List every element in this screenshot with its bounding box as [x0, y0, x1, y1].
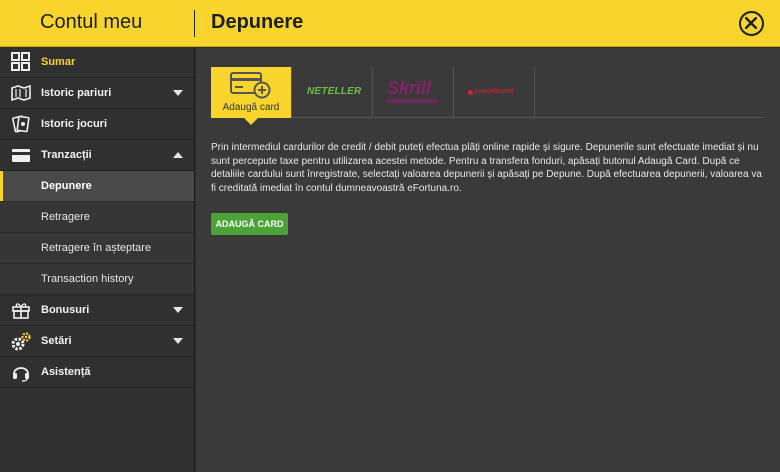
skrill-logo: Skrill	[387, 78, 432, 98]
tab-neteller[interactable]: NETELLER	[292, 67, 372, 118]
sidebar-item-sumar[interactable]: Sumar	[0, 47, 194, 78]
sidebar-item-label: Bonusuri	[41, 304, 90, 316]
sidebar-subitem-transaction-history[interactable]: Transaction history	[0, 264, 194, 295]
page-title: Depunere	[211, 11, 304, 33]
sidebar-item-istoric-pariuri[interactable]: Istoric pariuri	[0, 78, 194, 109]
tab-paysafecard[interactable]: paysafecard	[454, 67, 534, 118]
tab-divider	[534, 67, 535, 118]
close-icon	[745, 17, 757, 29]
sidebar-item-setari[interactable]: Setări	[0, 326, 194, 357]
header-divider	[194, 10, 195, 37]
sidebar-item-label: Sumar	[41, 56, 76, 68]
account-title: Contul meu	[40, 11, 143, 33]
subitem-label: Retragere	[41, 211, 90, 223]
sidebar-subitem-retragere-asteptare[interactable]: Retragere în așteptare	[0, 233, 194, 264]
add-card-button[interactable]: ADAUGĂ CARD	[211, 213, 288, 235]
sidebar-item-label: Istoric pariuri	[41, 87, 112, 99]
main-content: Adaugă card NETELLER Skrill paysafecard …	[196, 48, 780, 472]
paysafecard-dot-icon	[468, 90, 473, 95]
tab-skrill[interactable]: Skrill	[373, 67, 453, 118]
gift-icon	[12, 303, 30, 319]
header-bar: Contul meu Depunere	[0, 0, 780, 47]
sidebar-item-label: Setări	[41, 335, 72, 347]
cards-icon	[12, 115, 30, 133]
sidebar-item-bonusuri[interactable]: Bonusuri	[0, 295, 194, 326]
sidebar-item-asistenta[interactable]: Asistență	[0, 357, 194, 388]
ticket-icon	[11, 84, 31, 102]
skrill-tagline-bar	[387, 99, 437, 103]
sidebar-subitem-depunere[interactable]: Depunere	[0, 171, 194, 202]
subitem-label: Transaction history	[41, 273, 134, 285]
gears-icon	[11, 332, 31, 351]
wallet-icon	[12, 149, 30, 162]
grid-icon	[11, 52, 30, 71]
tab-add-card-label: Adaugă card	[222, 102, 280, 113]
sidebar: Sumar Istoric pariuri Istoric jocuri Tra…	[0, 47, 195, 472]
neteller-logo: NETELLER	[307, 86, 362, 97]
chevron-up-icon	[173, 152, 183, 158]
chevron-down-icon	[173, 338, 183, 344]
sidebar-item-label: Istoric jocuri	[41, 118, 108, 130]
chevron-down-icon	[173, 90, 183, 96]
sidebar-subitem-retragere[interactable]: Retragere	[0, 202, 194, 233]
headset-icon	[13, 367, 29, 382]
close-button[interactable]	[739, 11, 764, 36]
subitem-label: Retragere în așteptare	[41, 242, 152, 254]
subitem-label: Depunere	[41, 180, 92, 192]
sidebar-item-label: Tranzacții	[41, 149, 92, 161]
add-card-icon	[230, 72, 271, 99]
chevron-down-icon	[173, 307, 183, 313]
paysafecard-logo: paysafecard	[475, 88, 514, 95]
sidebar-item-label: Asistență	[41, 366, 91, 378]
tab-add-card[interactable]: Adaugă card	[211, 67, 291, 125]
sidebar-item-istoric-jocuri[interactable]: Istoric jocuri	[0, 109, 194, 140]
sidebar-item-tranzactii[interactable]: Tranzacții	[0, 140, 194, 171]
deposit-description: Prin intermediul cardurilor de credit / …	[211, 142, 762, 194]
payment-method-tabs: Adaugă card NETELLER Skrill paysafecard	[211, 67, 763, 125]
